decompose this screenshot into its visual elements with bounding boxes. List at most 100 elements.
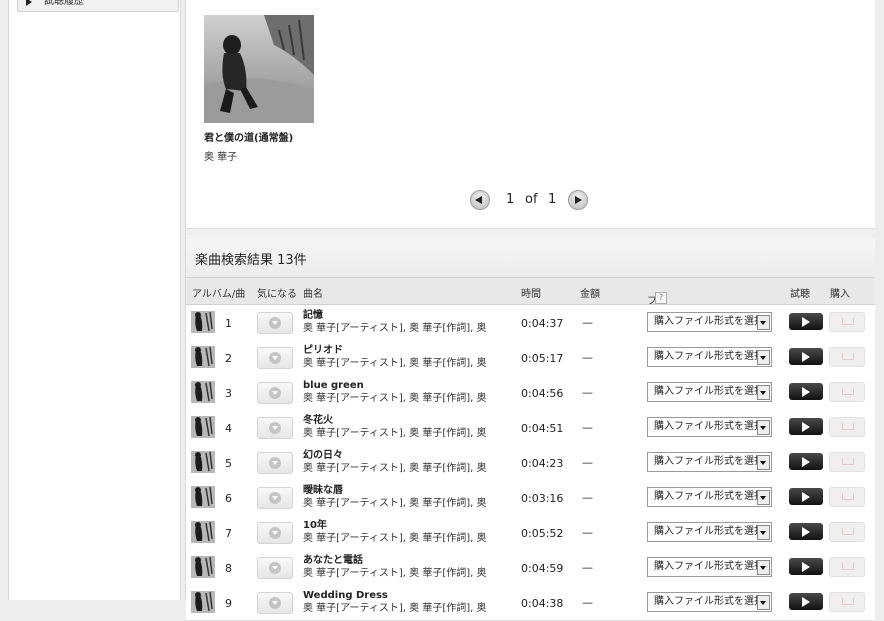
song-title[interactable]: 幻の日々 — [303, 449, 503, 462]
format-select[interactable]: 購入ファイル形式を選択 — [647, 452, 772, 472]
format-select[interactable]: 購入ファイル形式を選択 — [647, 347, 772, 367]
price: — — [582, 456, 593, 469]
buy-cart-button[interactable] — [829, 592, 865, 612]
help-icon[interactable]: ? — [655, 292, 667, 304]
favorite-button[interactable] — [257, 592, 293, 614]
track-number: 9 — [225, 597, 232, 610]
prev-page-button[interactable] — [470, 190, 490, 210]
song-credit: 奥 華子[アーティスト], 奥 華子[作詞], 奥 — [303, 603, 487, 614]
song-title[interactable]: blue green — [303, 379, 503, 392]
format-select-value: 購入ファイル形式を選択 — [654, 351, 758, 362]
song-credit: 奥 華子[アーティスト], 奥 華子[作詞], 奥 — [303, 358, 487, 369]
album-thumbnail[interactable] — [191, 591, 215, 613]
chevron-down-icon — [757, 385, 770, 400]
album-title[interactable]: 君と僕の道(通常盤) — [204, 129, 334, 144]
album-cover-image[interactable] — [204, 15, 314, 123]
buy-cart-button[interactable] — [829, 347, 865, 367]
album-thumbnail[interactable] — [191, 486, 215, 508]
duration: 0:03:16 — [521, 492, 564, 505]
table-row: 3 blue green 奥 華子[アーティスト], 奥 華子[作詞], 奥 0… — [186, 375, 875, 411]
table-row: 9 Wedding Dress 奥 華子[アーティスト], 奥 華子[作詞], … — [186, 585, 875, 621]
track-number: 6 — [225, 492, 232, 505]
preview-play-button[interactable] — [789, 593, 823, 610]
album-thumbnail[interactable] — [191, 311, 215, 333]
song-title[interactable]: Wedding Dress — [303, 589, 503, 602]
song-title[interactable]: 記憶 — [303, 309, 503, 322]
format-select[interactable]: 購入ファイル形式を選択 — [647, 592, 772, 612]
duration: 0:04:51 — [521, 422, 564, 435]
album-thumbnail[interactable] — [191, 381, 215, 403]
col-price: 金額 — [580, 289, 600, 300]
track-number: 4 — [225, 422, 232, 435]
buy-cart-button[interactable] — [829, 557, 865, 577]
favorite-button[interactable] — [257, 522, 293, 544]
price: — — [582, 596, 593, 609]
preview-play-button[interactable] — [789, 313, 823, 330]
favorite-button[interactable] — [257, 557, 293, 579]
preview-play-button[interactable] — [789, 558, 823, 575]
song-info: Wedding Dress 奥 華子[アーティスト], 奥 華子[作詞], 奥 — [303, 589, 503, 616]
favorite-button[interactable] — [257, 347, 293, 369]
table-header: アルバム/曲 気になる 曲名 時間 金額 ファイル形式? 試聴 購入 — [186, 278, 875, 382]
price: — — [582, 491, 593, 504]
favorite-button[interactable] — [257, 382, 293, 404]
song-info: 曖昧な唇 奥 華子[アーティスト], 奥 華子[作詞], 奥 — [303, 484, 503, 511]
format-select[interactable]: 購入ファイル形式を選択 — [647, 522, 772, 542]
preview-play-button[interactable] — [789, 453, 823, 470]
favorite-button[interactable] — [257, 417, 293, 439]
buy-cart-button[interactable] — [829, 487, 865, 507]
buy-cart-button[interactable] — [829, 452, 865, 472]
table-row: 5 幻の日々 奥 華子[アーティスト], 奥 華子[作詞], 奥 0:04:23… — [186, 445, 875, 481]
col-buy: 購入 — [830, 289, 850, 300]
sidebar-item-label: 試聴履歴 — [44, 0, 84, 7]
format-select[interactable]: 購入ファイル形式を選択 — [647, 382, 772, 402]
table-row: 6 曖昧な唇 奥 華子[アーティスト], 奥 華子[作詞], 奥 0:03:16… — [186, 480, 875, 516]
song-credit: 奥 華子[アーティスト], 奥 華子[作詞], 奥 — [303, 498, 487, 509]
chevron-down-icon — [757, 420, 770, 435]
format-select-value: 購入ファイル形式を選択 — [654, 596, 758, 607]
price: — — [582, 316, 593, 329]
format-select[interactable]: 購入ファイル形式を選択 — [647, 417, 772, 437]
preview-play-button[interactable] — [789, 348, 823, 365]
preview-play-button[interactable] — [789, 488, 823, 505]
favorite-button[interactable] — [257, 487, 293, 509]
album-artist[interactable]: 奥 華子 — [204, 148, 334, 163]
album-thumbnail[interactable] — [191, 346, 215, 368]
format-select[interactable]: 購入ファイル形式を選択 — [647, 487, 772, 507]
buy-cart-button[interactable] — [829, 382, 865, 402]
album-thumbnail[interactable] — [191, 521, 215, 543]
heart-icon — [269, 352, 281, 364]
preview-play-button[interactable] — [789, 418, 823, 435]
preview-play-button[interactable] — [789, 523, 823, 540]
buy-cart-button[interactable] — [829, 417, 865, 437]
price: — — [582, 421, 593, 434]
col-time: 時間 — [521, 289, 541, 300]
track-number: 7 — [225, 527, 232, 540]
favorite-button[interactable] — [257, 452, 293, 474]
buy-cart-button[interactable] — [829, 312, 865, 332]
next-page-button[interactable] — [568, 190, 588, 210]
song-title[interactable]: あなたと電話 — [303, 554, 503, 567]
album-thumbnail[interactable] — [191, 556, 215, 578]
arrow-right-icon — [575, 196, 582, 204]
heart-icon — [269, 387, 281, 399]
price: — — [582, 351, 593, 364]
format-select[interactable]: 購入ファイル形式を選択 — [647, 312, 772, 332]
col-preview: 試聴 — [790, 289, 810, 300]
duration: 0:04:38 — [521, 597, 564, 610]
chevron-down-icon — [757, 490, 770, 505]
format-select[interactable]: 購入ファイル形式を選択 — [647, 557, 772, 577]
table-row: 4 冬花火 奥 華子[アーティスト], 奥 華子[作詞], 奥 0:04:51 … — [186, 410, 875, 446]
preview-play-button[interactable] — [789, 383, 823, 400]
album-thumbnail[interactable] — [191, 451, 215, 473]
chevron-down-icon — [757, 595, 770, 610]
song-title[interactable]: 10年 — [303, 519, 503, 532]
favorite-button[interactable] — [257, 312, 293, 334]
price: — — [582, 561, 593, 574]
sidebar-item-listening-history[interactable]: 試聴履歴 — [17, 0, 179, 12]
buy-cart-button[interactable] — [829, 522, 865, 542]
album-thumbnail[interactable] — [191, 416, 215, 438]
song-title[interactable]: 曖昧な唇 — [303, 484, 503, 497]
song-title[interactable]: 冬花火 — [303, 414, 503, 427]
song-title[interactable]: ピリオド — [303, 344, 503, 357]
